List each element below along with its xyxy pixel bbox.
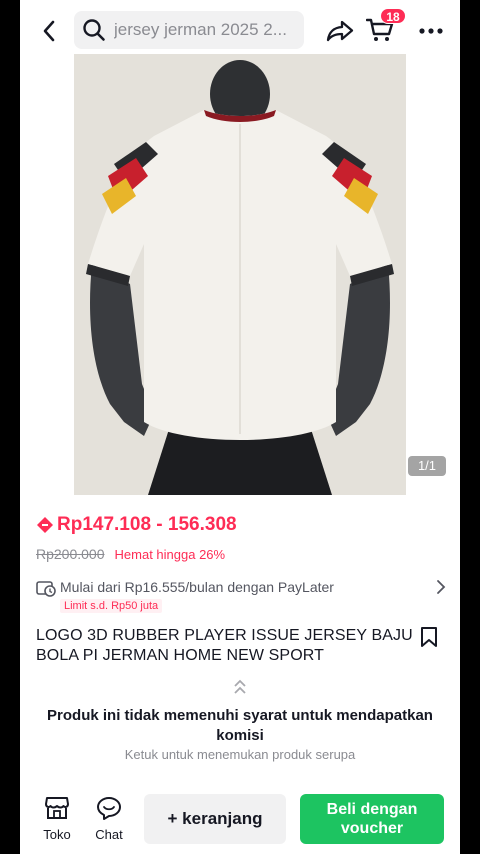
bookmark-icon — [421, 627, 437, 647]
double-chevron-up-icon[interactable] — [230, 678, 250, 696]
search-bar[interactable]: jersey jerman 2025 2... — [74, 11, 304, 49]
image-counter: 1/1 — [408, 456, 446, 476]
chat-label: Chat — [95, 827, 123, 842]
jersey-photo — [74, 54, 406, 495]
paylater-row[interactable]: Mulai dari Rp16.555/bulan dengan PayLate… — [36, 577, 446, 617]
paylater-limit-badge: Limit s.d. Rp50 juta — [60, 599, 163, 613]
add-to-cart-button[interactable]: + keranjang — [144, 794, 286, 844]
product-image[interactable] — [74, 54, 406, 495]
product-page: jersey jerman 2025 2... 18 1/1 Rp147.108… — [20, 0, 460, 854]
bookmark-button[interactable] — [420, 626, 442, 650]
original-price: Rp200.000 — [36, 546, 105, 562]
buy-with-voucher-button[interactable]: Beli dengan voucher — [300, 794, 444, 844]
shop-button[interactable]: Toko — [35, 796, 79, 842]
paylater-icon — [36, 581, 56, 597]
more-icon — [419, 28, 443, 34]
bottom-action-bar: Toko Chat + keranjang Beli dengan vouche… — [20, 788, 460, 854]
top-bar: jersey jerman 2025 2... 18 — [20, 8, 460, 52]
shop-icon — [45, 797, 69, 819]
search-query: jersey jerman 2025 2... — [114, 20, 287, 39]
back-button[interactable] — [34, 16, 64, 46]
find-similar-hint[interactable]: Ketuk untuk menemukan produk serupa — [40, 747, 440, 762]
cart-count-badge: 18 — [380, 8, 406, 24]
price-row: Rp147.108 - 156.308 — [36, 514, 237, 536]
search-icon — [83, 19, 105, 41]
commission-notice[interactable]: Produk ini tidak memenuhi syarat untuk m… — [40, 706, 440, 746]
discount-label: Hemat hingga 26% — [114, 546, 226, 562]
more-options-button[interactable] — [416, 18, 446, 44]
price-range: Rp147.108 - 156.308 — [57, 514, 237, 535]
original-price-row: Rp200.000 Hemat hingga 26% — [36, 546, 225, 562]
flash-sale-icon — [37, 517, 53, 533]
chat-icon — [97, 797, 121, 820]
paylater-text: Mulai dari Rp16.555/bulan dengan PayLate… — [60, 579, 334, 595]
share-button[interactable] — [324, 15, 356, 47]
shop-label: Toko — [43, 827, 71, 842]
chevron-left-icon — [43, 20, 55, 42]
share-icon — [326, 20, 354, 42]
chevron-right-icon — [437, 580, 446, 594]
product-title: LOGO 3D RUBBER PLAYER ISSUE JERSEY BAJU … — [36, 627, 413, 664]
chat-button[interactable]: Chat — [87, 796, 131, 842]
